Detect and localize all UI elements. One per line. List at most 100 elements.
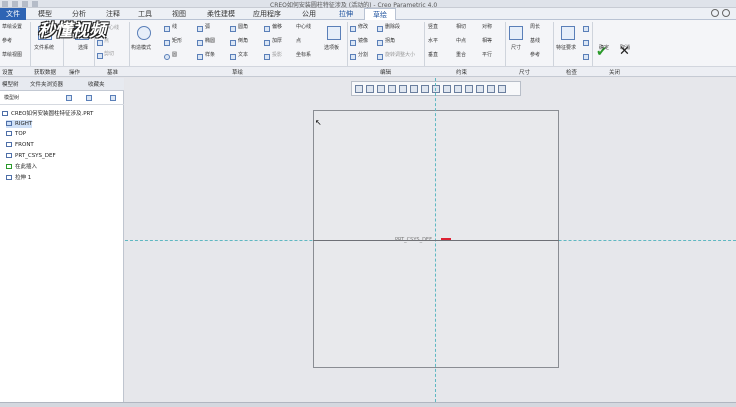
tab-extrude[interactable]: 拉伸 [332, 8, 360, 20]
feature-requirements-button[interactable]: 特征要求 [556, 45, 576, 52]
cut-icon[interactable] [97, 53, 103, 59]
zoom-in-icon[interactable] [366, 84, 374, 93]
tree-item-part[interactable]: CREO如何安装圆柱特征涉及.PRT [2, 110, 93, 118]
chamfer-icon[interactable] [230, 40, 236, 46]
thicken-icon[interactable] [264, 40, 270, 46]
divide-icon[interactable] [350, 54, 356, 60]
line-icon[interactable] [164, 26, 170, 32]
circle-icon[interactable] [164, 54, 170, 60]
open-icon[interactable] [12, 1, 18, 7]
mirror-button[interactable]: 镜像 [358, 38, 368, 45]
feature-requirements-icon[interactable] [561, 26, 575, 40]
reference-dim-button[interactable]: 参考 [530, 52, 540, 59]
grid-display-icon[interactable] [498, 84, 506, 93]
equal-constraint-button[interactable]: 相等 [482, 38, 492, 45]
inspect-side-icon-3[interactable] [583, 54, 589, 60]
help-icon[interactable] [711, 9, 719, 17]
tree-item-right[interactable]: RIGHT [6, 120, 33, 128]
offset-button[interactable]: 偏移 [272, 24, 282, 31]
tree-item-extrude[interactable]: 拉伸 1 [6, 174, 31, 182]
arc-icon[interactable] [197, 26, 203, 32]
tree-item-front[interactable]: FRONT [6, 141, 34, 149]
spline-button[interactable]: 样条 [205, 52, 215, 59]
baseline-button[interactable]: 基线 [530, 38, 540, 45]
corner-button[interactable]: 拐角 [385, 38, 395, 45]
circle-button[interactable]: 圆 [172, 52, 177, 59]
coincident-constraint-button[interactable]: 重合 [456, 52, 466, 59]
undo-icon[interactable] [32, 1, 38, 7]
rotate-resize-button[interactable]: 旋转调整大小 [385, 52, 415, 59]
thicken-button[interactable]: 加厚 [272, 38, 282, 45]
tab-applications[interactable]: 应用程序 [248, 8, 286, 20]
construction-mode-icon[interactable] [137, 26, 151, 40]
fillet-button[interactable]: 圆角 [238, 24, 248, 31]
chamfer-button[interactable]: 倒角 [238, 38, 248, 45]
midpoint-constraint-button[interactable]: 中点 [456, 38, 466, 45]
symmetric-constraint-button[interactable]: 对称 [482, 24, 492, 31]
tab-folder-browser[interactable]: 文件夹浏览器 [30, 80, 63, 90]
inspect-side-icon-2[interactable] [583, 40, 589, 46]
datum-display-icon[interactable] [432, 84, 440, 93]
tree-settings-icon[interactable] [66, 95, 72, 101]
vertical-constraint-button[interactable]: 竖直 [428, 24, 438, 31]
references-button[interactable]: 参考 [2, 38, 12, 45]
modify-button[interactable]: 修改 [358, 24, 368, 31]
annotation-display-icon[interactable] [443, 84, 451, 93]
perpendicular-constraint-button[interactable]: 垂直 [428, 52, 438, 59]
centerline-button[interactable]: 中心线 [296, 24, 311, 31]
text-icon[interactable] [230, 54, 236, 60]
spin-center-icon[interactable] [454, 84, 462, 93]
tangent-constraint-button[interactable]: 相切 [456, 24, 466, 31]
text-button[interactable]: 文本 [238, 52, 248, 59]
display-style-icon[interactable] [399, 84, 407, 93]
ok-button[interactable]: 确定 [599, 45, 609, 52]
file-system-button[interactable]: 文件系统 [34, 45, 54, 52]
constraint-display-icon[interactable] [487, 84, 495, 93]
sketch-view-icon[interactable] [465, 84, 473, 93]
construction-mode-button[interactable]: 构造模式 [131, 45, 151, 52]
perimeter-button[interactable]: 周长 [530, 24, 540, 31]
dimension-display-icon[interactable] [476, 84, 484, 93]
point-button[interactable]: 点 [296, 38, 301, 45]
sketch-view-button[interactable]: 草绘视图 [2, 52, 22, 59]
palette-button[interactable]: 选项板 [324, 45, 339, 52]
tree-item-insert-here[interactable]: 在此插入 [6, 163, 37, 171]
zoom-out-icon[interactable] [377, 84, 385, 93]
arc-button[interactable]: 弧 [205, 24, 210, 31]
tree-item-csys[interactable]: PRT_CSYS_DEF [6, 152, 56, 160]
tab-common[interactable]: 公用 [296, 8, 322, 20]
ellipse-button[interactable]: 椭圆 [205, 38, 215, 45]
modify-icon[interactable] [350, 26, 356, 32]
tree-columns-icon[interactable] [110, 95, 116, 101]
select-button[interactable]: 选择 [78, 45, 88, 52]
tab-flexible-modeling[interactable]: 柔性建模 [202, 8, 240, 20]
tree-item-top[interactable]: TOP [6, 130, 26, 138]
tab-model-tree[interactable]: 模型树 [2, 80, 19, 90]
repaint-icon[interactable] [388, 84, 396, 93]
rectangle-icon[interactable] [164, 40, 170, 46]
save-icon[interactable] [22, 1, 28, 7]
sketch-setup-button[interactable]: 草绘设置 [2, 24, 22, 31]
rectangle-button[interactable]: 矩形 [172, 38, 182, 45]
refit-icon[interactable] [355, 84, 363, 93]
tab-sketch[interactable]: 草绘 [364, 8, 396, 20]
inspect-side-icon[interactable] [583, 26, 589, 32]
group-label-inspect[interactable]: 检查 [566, 68, 577, 76]
group-label-operations[interactable]: 操作 [69, 68, 80, 76]
delete-segment-button[interactable]: 删除段 [385, 24, 400, 31]
ellipse-icon[interactable] [197, 40, 203, 46]
cut-button[interactable]: 剪切 [104, 51, 114, 58]
group-label-get-data[interactable]: 获取数据 [34, 68, 56, 76]
tab-tools[interactable]: 工具 [132, 8, 158, 20]
new-icon[interactable] [2, 1, 8, 7]
settings-icon[interactable] [722, 9, 730, 17]
saved-views-icon[interactable] [410, 84, 418, 93]
fillet-icon[interactable] [230, 26, 236, 32]
group-label-dimension[interactable]: 尺寸 [519, 68, 530, 76]
group-label-setup[interactable]: 设置 [2, 68, 13, 76]
tree-filter-icon[interactable] [86, 95, 92, 101]
cancel-button[interactable]: 取消 [620, 45, 630, 52]
tab-file[interactable]: 文件 [0, 8, 26, 20]
parallel-constraint-button[interactable]: 平行 [482, 52, 492, 59]
tab-favorites[interactable]: 收藏夹 [88, 80, 105, 90]
